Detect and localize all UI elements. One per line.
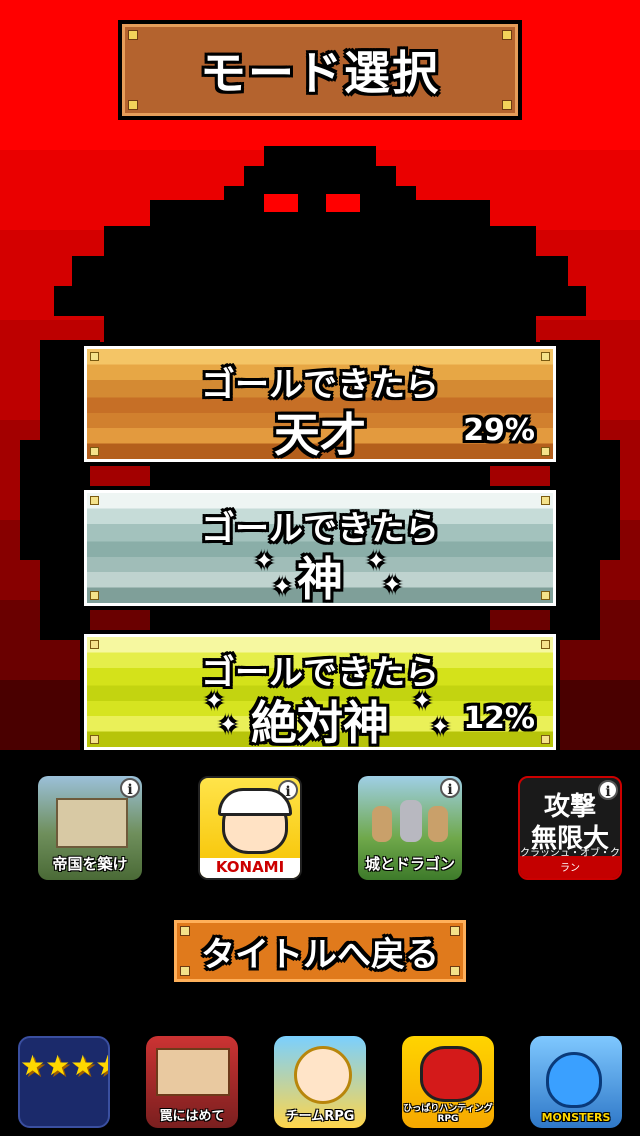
rivet	[128, 30, 138, 40]
info-icon[interactable]: i	[440, 778, 460, 798]
mode-button-god-inner: ゴールできたら 神 ✦ ✦ ✦ ✦	[84, 490, 556, 606]
castle-icon	[56, 798, 128, 848]
bottom-icon-caption: MONSTERS	[541, 1111, 611, 1124]
ad-caption: 帝国を築け	[52, 855, 128, 873]
sparkle-icon: ✦	[205, 689, 224, 714]
mode-percent: 29%	[463, 413, 535, 448]
sparkle-icon: ✦	[219, 713, 238, 738]
back-to-title-button[interactable]: タイトルへ戻る	[170, 916, 470, 986]
ad-caption: クラッシュ・オブ・クラン	[520, 848, 620, 874]
building-icon	[156, 1048, 230, 1096]
rivet	[450, 966, 460, 976]
page-title: モード選択	[200, 46, 440, 100]
bottom-icon-team-rpg[interactable]: チームRPG	[274, 1036, 366, 1128]
rivet	[450, 926, 460, 936]
sparkle-icon: ✦	[413, 689, 432, 714]
bottom-icon-dq-monsters[interactable]: MONSTERS	[530, 1036, 622, 1128]
ad-icon-konami[interactable]: i KONAMI	[198, 776, 302, 880]
character-face-icon	[294, 1046, 352, 1104]
mode-button-god[interactable]: ゴールできたら 神 ✦ ✦ ✦ ✦	[80, 486, 560, 610]
sparkle-icon: ✦	[255, 549, 274, 574]
rivet	[180, 926, 190, 936]
bottom-icon-rating[interactable]: ★★★★★★	[18, 1036, 110, 1128]
ad-icon-empire[interactable]: i 帝国を築け	[38, 776, 142, 880]
baseball-cap-icon	[218, 788, 292, 816]
rivet	[180, 966, 190, 976]
bottom-icon-hunting-rpg[interactable]: ひっぱりハンティングRPG	[402, 1036, 494, 1128]
title-banner-inner: モード選択	[122, 24, 518, 116]
info-icon[interactable]: i	[120, 778, 140, 798]
slime-icon	[546, 1052, 602, 1108]
soldier-icon	[372, 806, 392, 842]
rivet	[502, 30, 512, 40]
ad-caption: KONAMI	[215, 858, 285, 876]
ad-caption: 城とドラゴン	[364, 855, 455, 873]
mode-button-genius[interactable]: ゴールできたら 天才 29%	[80, 342, 560, 466]
rivet	[502, 100, 512, 110]
back-to-title-label: タイトルへ戻る	[201, 934, 439, 975]
sparkle-icon: ✦	[273, 575, 292, 600]
sparkle-icon: ✦	[383, 573, 402, 598]
stars-icon: ★★★★★★	[20, 1049, 108, 1082]
bottom-icon-caption: ひっぱりハンティングRPG	[403, 1104, 493, 1124]
ad-icon-castle-dragon[interactable]: i 城とドラゴン	[358, 776, 462, 880]
mode-percent: 12%	[463, 701, 535, 736]
soldier-icon	[428, 806, 448, 842]
back-to-title-inner: タイトルへ戻る	[174, 920, 466, 982]
mode-button-absolute-god-inner: ゴールできたら 絶対神 12% ✦ ✦ ✦ ✦	[84, 634, 556, 750]
ad-icon-clash[interactable]: i 攻撃 無限大 クラッシュ・オブ・クラン	[518, 776, 622, 880]
mode-line2: 神	[297, 552, 343, 606]
mode-button-genius-inner: ゴールできたら 天才 29%	[84, 346, 556, 462]
bottom-icon-trap[interactable]: 罠にはめて	[146, 1036, 238, 1128]
title-banner: モード選択	[118, 20, 522, 120]
mode-button-absolute-god[interactable]: ゴールできたら 絶対神 12% ✦ ✦ ✦ ✦	[80, 630, 560, 754]
knight-icon	[400, 800, 422, 842]
rivet	[128, 100, 138, 110]
bottom-icon-caption: チームRPG	[285, 1109, 355, 1124]
sparkle-icon: ✦	[367, 549, 386, 574]
bottom-icon-caption: 罠にはめて	[159, 1109, 225, 1124]
sparkle-icon: ✦	[431, 715, 450, 740]
dragon-icon	[420, 1046, 482, 1102]
